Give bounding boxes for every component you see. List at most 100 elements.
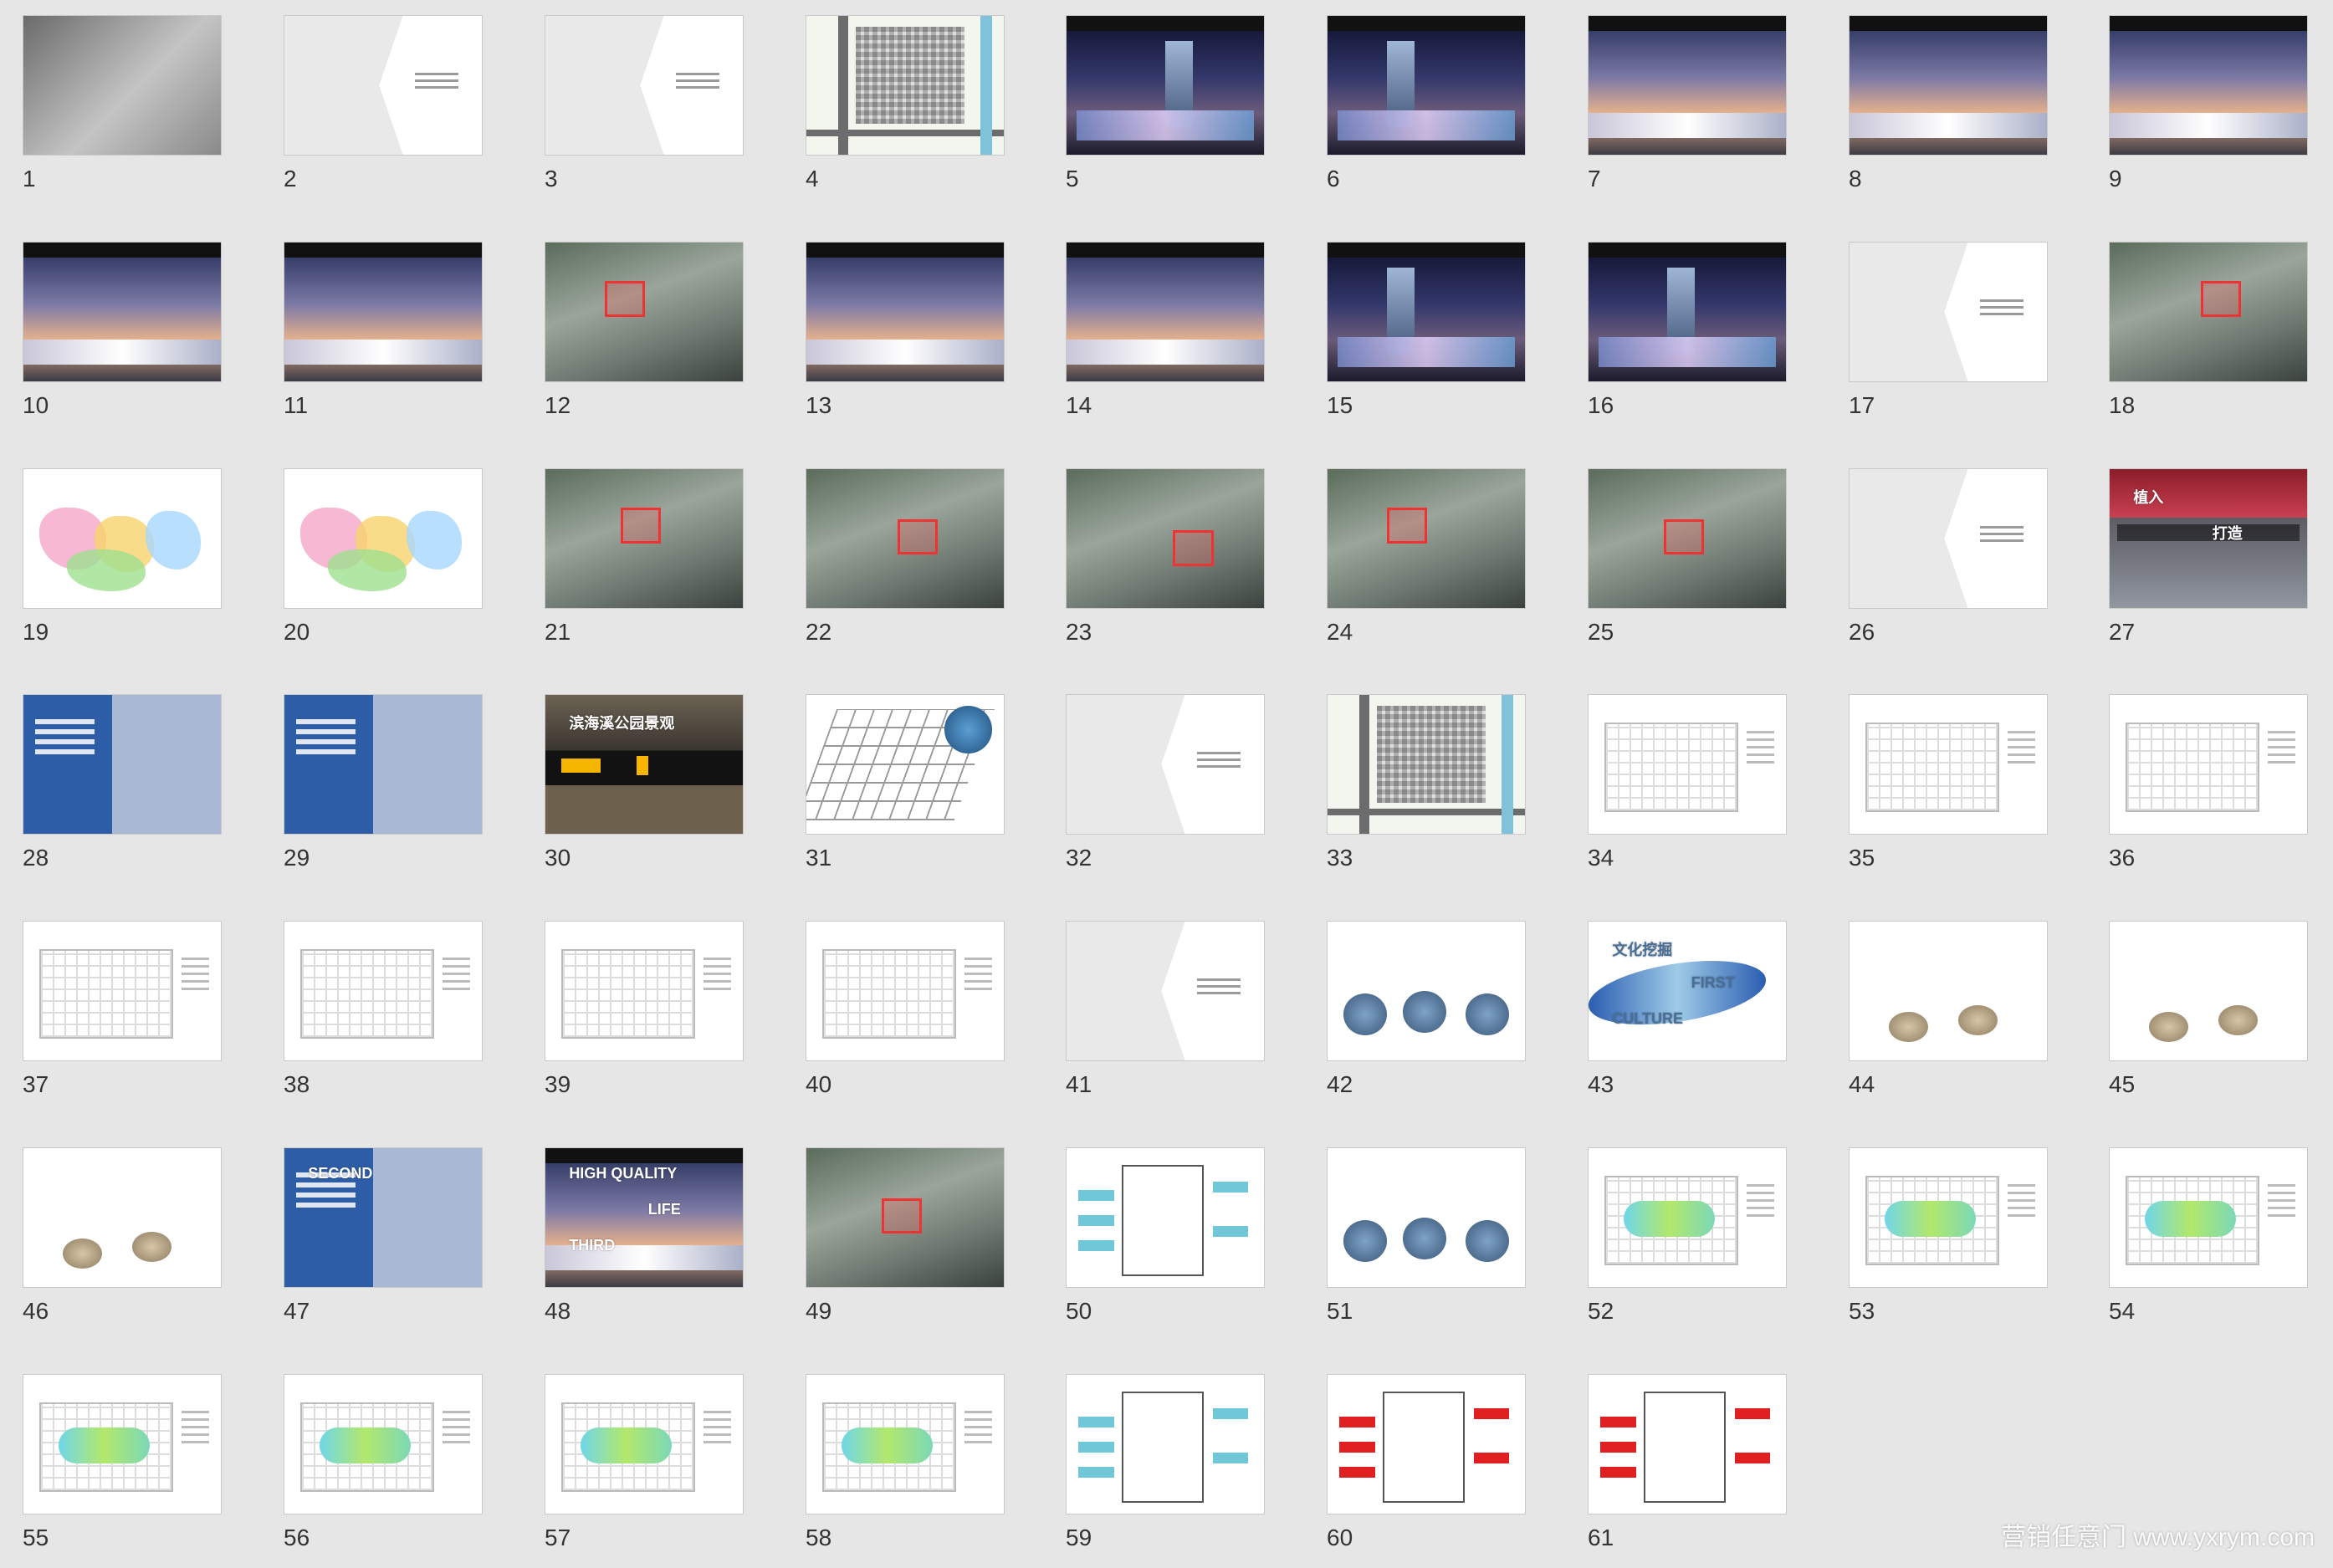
slide-thumbnail-40[interactable] [806,921,1005,1061]
slide-thumbnail-image [1850,469,2047,608]
slide-thumbnail-2[interactable] [284,15,483,156]
slide-thumbnail-52[interactable] [1588,1147,1787,1288]
slide-thumbnail-44[interactable] [1849,921,2048,1061]
slide-thumbnail-28[interactable] [23,694,222,835]
slide-thumbnail-47[interactable]: SECOND [284,1147,483,1288]
slide-thumbnail-31[interactable] [806,694,1005,835]
slide-thumbnail-17[interactable] [1849,242,2048,382]
slide-thumbnail-16[interactable] [1588,242,1787,382]
slide-thumbnail-13[interactable] [806,242,1005,382]
slide-thumbnail-55[interactable] [23,1374,222,1514]
slide-thumbnail-36[interactable] [2109,694,2308,835]
slide-number-label: 35 [1849,845,1875,871]
slide-thumbnail-33[interactable] [1327,694,1526,835]
slide-number-label: 31 [806,845,832,871]
slide-thumbnail-image [1067,1148,1264,1287]
slide-thumbnail-image [23,243,221,381]
slide-thumbnail-image [1589,695,1786,834]
slide-thumbnail-12[interactable] [545,242,744,382]
slide-thumbnail-text: CULTURE [1612,1010,1683,1028]
slide-thumbnail-image [2110,922,2307,1060]
slide-thumbnail-26[interactable] [1849,468,2048,609]
slide-thumbnail-image [1850,695,2047,834]
slide-thumbnail-image [1067,16,1264,155]
slide-thumbnail-23[interactable] [1066,468,1265,609]
slide-thumbnail-image [806,1375,1004,1514]
slide-thumbnail-image [1589,1375,1786,1514]
slide-number-label: 29 [284,845,310,871]
slide-thumbnail-image [1589,243,1786,381]
slide-number-label: 46 [23,1298,49,1324]
slide-number-label: 55 [23,1525,49,1550]
slide-thumbnail-image [284,695,482,834]
slide-thumbnail-image [1328,243,1525,381]
slide-thumbnail-10[interactable] [23,242,222,382]
slide-thumbnail-image [23,16,221,155]
slide-thumbnail-4[interactable] [806,15,1005,156]
slide-thumbnail-image [1850,922,2047,1060]
slide-thumbnail-24[interactable] [1327,468,1526,609]
slide-thumbnail-60[interactable] [1327,1374,1526,1514]
slide-number-label: 45 [2109,1071,2136,1097]
slide-thumbnail-53[interactable] [1849,1147,2048,1288]
slide-thumbnail-29[interactable] [284,694,483,835]
slide-thumbnail-image [23,695,221,834]
slide-number-label: 48 [545,1298,571,1324]
slide-thumbnail-image [806,469,1004,608]
slide-number-label: 5 [1066,166,1079,192]
slide-thumbnail-49[interactable] [806,1147,1005,1288]
slide-thumbnail-61[interactable] [1588,1374,1787,1514]
slide-thumbnail-8[interactable] [1849,15,2048,156]
slide-thumbnail-18[interactable] [2109,242,2308,382]
slide-thumbnail-32[interactable] [1066,694,1265,835]
slide-thumbnail-37[interactable] [23,921,222,1061]
slide-thumbnail-54[interactable] [2109,1147,2308,1288]
slide-thumbnail-image [1850,1148,2047,1287]
slide-thumbnail-41[interactable] [1066,921,1265,1061]
slide-thumbnail-30[interactable]: 滨海溪公园景观 [545,694,744,835]
slide-thumbnail-43[interactable]: 文化挖掘 FIRST CULTURE [1588,921,1787,1061]
slide-thumbnail-22[interactable] [806,468,1005,609]
slide-thumbnail-50[interactable] [1066,1147,1265,1288]
slide-number-label: 53 [1849,1298,1875,1324]
slide-number-label: 14 [1066,392,1092,418]
slide-thumbnail-19[interactable] [23,468,222,609]
slide-thumbnail-59[interactable] [1066,1374,1265,1514]
slide-number-label: 17 [1849,392,1875,418]
slide-number-label: 11 [284,392,309,418]
slide-thumbnail-57[interactable] [545,1374,744,1514]
slide-thumbnail-58[interactable] [806,1374,1005,1514]
slide-thumbnail-15[interactable] [1327,242,1526,382]
slide-thumbnail-9[interactable] [2109,15,2308,156]
slide-thumbnail-3[interactable] [545,15,744,156]
slide-thumbnail-56[interactable] [284,1374,483,1514]
slide-thumbnail-image [2110,16,2307,155]
slide-thumbnail-6[interactable] [1327,15,1526,156]
slide-number-label: 37 [23,1071,49,1097]
slide-thumbnail-46[interactable] [23,1147,222,1288]
slide-thumbnail-21[interactable] [545,468,744,609]
slide-number-label: 41 [1066,1071,1092,1097]
slide-thumbnail-27[interactable]: 植入 打造 [2109,468,2308,609]
slide-thumbnail-image [2110,1148,2307,1287]
slide-thumbnail-35[interactable] [1849,694,2048,835]
slide-thumbnail-image [806,243,1004,381]
slide-thumbnail-42[interactable] [1327,921,1526,1061]
slide-thumbnail-51[interactable] [1327,1147,1526,1288]
slide-thumbnail-38[interactable] [284,921,483,1061]
slide-thumbnail-14[interactable] [1066,242,1265,382]
slide-thumbnail-34[interactable] [1588,694,1787,835]
slide-thumbnail-1[interactable] [23,15,222,156]
slide-thumbnail-11[interactable] [284,242,483,382]
slide-thumbnail-20[interactable] [284,468,483,609]
slide-number-label: 52 [1588,1298,1614,1324]
slide-number-label: 33 [1327,845,1353,871]
slide-thumbnail-7[interactable] [1588,15,1787,156]
slide-number-label: 61 [1588,1525,1614,1550]
slide-thumbnail-5[interactable] [1066,15,1265,156]
slide-thumbnail-48[interactable]: HIGH QUALITY LIFE THIRD [545,1147,744,1288]
slide-thumbnail-text: THIRD [569,1237,616,1254]
slide-thumbnail-39[interactable] [545,921,744,1061]
slide-thumbnail-45[interactable] [2109,921,2308,1061]
slide-thumbnail-25[interactable] [1588,468,1787,609]
